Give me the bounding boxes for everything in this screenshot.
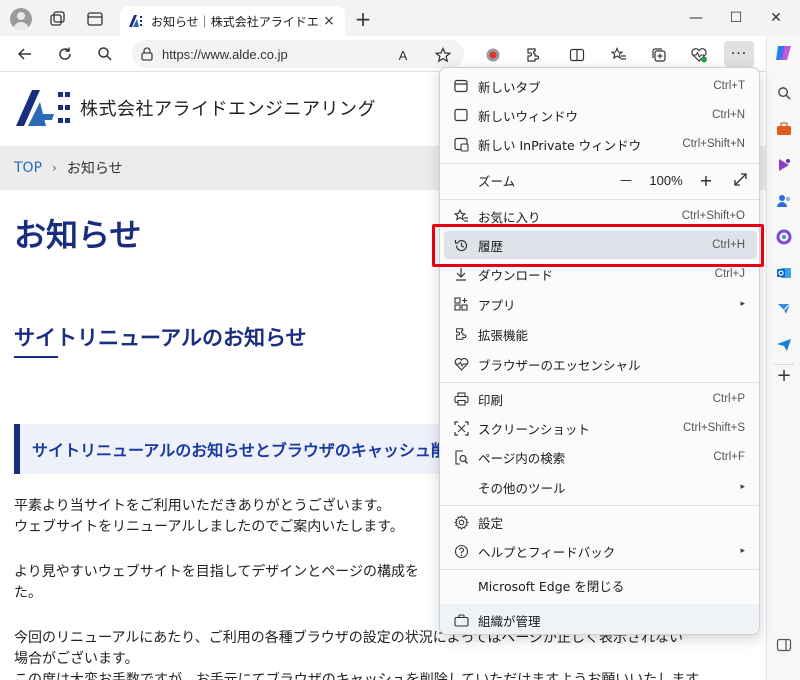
menu-item-browser-essentials[interactable]: ブラウザーのエッセンシャル bbox=[444, 350, 757, 378]
settings-gear-icon bbox=[444, 514, 478, 530]
settings-and-more-button[interactable]: ··· bbox=[724, 41, 754, 67]
maximize-button[interactable]: ☐ bbox=[716, 4, 756, 32]
new-tab-button[interactable]: + bbox=[352, 7, 374, 31]
minimize-button[interactable]: — bbox=[676, 4, 716, 32]
paragraph-line: た。 bbox=[14, 585, 42, 601]
add-sidebar-app-icon[interactable]: + bbox=[773, 364, 795, 386]
zoom-in-button[interactable]: + bbox=[689, 171, 723, 190]
menu-separator bbox=[440, 382, 759, 383]
favorites-icon bbox=[444, 209, 478, 223]
url-text[interactable]: https://www.alde.co.jp bbox=[162, 47, 464, 62]
games-icon[interactable] bbox=[773, 154, 795, 176]
tools-briefcase-icon[interactable] bbox=[773, 118, 795, 140]
paragraph-line: 場合がございます。 bbox=[14, 651, 139, 667]
extensions-puzzle-icon bbox=[444, 327, 478, 341]
find-on-page-icon bbox=[444, 449, 478, 465]
sidebar-toggle-icon[interactable] bbox=[773, 634, 795, 656]
workspaces-icon[interactable] bbox=[46, 8, 68, 30]
new-window-icon bbox=[444, 108, 478, 122]
help-icon bbox=[444, 544, 478, 559]
favorite-star-icon[interactable] bbox=[432, 44, 454, 66]
menu-separator bbox=[440, 569, 759, 570]
tab-title: お知らせ｜株式会社アライドエンジニアリング bbox=[151, 14, 321, 29]
highlight-annotation-box bbox=[432, 224, 764, 267]
article-title: サイトリニューアルのお知らせ bbox=[14, 326, 307, 350]
menu-item-settings[interactable]: 設定 bbox=[444, 508, 757, 536]
breadcrumb-top-link[interactable]: TOP bbox=[14, 160, 42, 176]
browser-essentials-icon[interactable] bbox=[688, 44, 710, 66]
menu-item-managed-by-organization[interactable]: 組織が管理 bbox=[444, 606, 757, 634]
menu-item-apps[interactable]: アプリ ▸ bbox=[444, 290, 757, 318]
paragraph-line: この度は大変お手数ですが、お手元にてブラウザのキャッシュを削除していただけますよ… bbox=[14, 672, 712, 680]
edge-sidebar: + bbox=[766, 36, 800, 680]
inprivate-icon bbox=[444, 137, 478, 152]
page-title: お知らせ bbox=[14, 216, 142, 254]
copilot-icon[interactable] bbox=[773, 42, 795, 64]
people-icon[interactable] bbox=[773, 190, 795, 212]
menu-item-more-tools[interactable]: その他のツール ▸ bbox=[444, 473, 757, 501]
sidebar-search-icon[interactable] bbox=[773, 82, 795, 104]
paragraph-line: より見やすいウェブサイトを目指してデザインとページの構成を bbox=[14, 564, 420, 580]
menu-item-print[interactable]: 印刷 Ctrl+P bbox=[444, 385, 757, 413]
site-favicon-icon bbox=[128, 13, 144, 29]
menu-item-new-inprivate-window[interactable]: 新しい InPrivate ウィンドウ Ctrl+Shift+N bbox=[444, 130, 757, 158]
apps-icon bbox=[444, 297, 478, 311]
menu-item-close-edge[interactable]: Microsoft Edge を閉じる bbox=[444, 571, 757, 599]
profile-avatar-icon[interactable] bbox=[10, 8, 32, 30]
address-bar[interactable]: https://www.alde.co.jp bbox=[132, 40, 464, 68]
company-name: 株式会社アライドエンジニアリング bbox=[80, 99, 376, 120]
favorites-bar-icon[interactable] bbox=[608, 44, 630, 66]
menu-item-zoom: ズーム — 100% + bbox=[444, 166, 757, 194]
title-underline bbox=[14, 356, 58, 358]
menu-separator bbox=[440, 199, 759, 200]
submenu-arrow-icon: ▸ bbox=[740, 482, 745, 492]
settings-and-more-menu: 新しいタブ Ctrl+T 新しいウィンドウ Ctrl+N 新しい InPriva… bbox=[439, 67, 760, 635]
company-logo-icon bbox=[16, 90, 70, 126]
breadcrumb-separator: › bbox=[52, 161, 57, 175]
menu-item-help-and-feedback[interactable]: ヘルプとフィードバック ▸ bbox=[444, 537, 757, 565]
breadcrumb-current: お知らせ bbox=[66, 161, 123, 177]
print-icon bbox=[444, 392, 478, 406]
vertical-tabs-icon[interactable] bbox=[84, 8, 106, 30]
active-tab[interactable]: お知らせ｜株式会社アライドエンジニアリング × bbox=[120, 6, 345, 36]
new-tab-icon bbox=[444, 79, 478, 93]
menu-separator bbox=[440, 163, 759, 164]
menu-item-find-on-page[interactable]: ページ内の検索 Ctrl+F bbox=[444, 443, 757, 471]
paragraph-line: 平素より当サイトをご利用いただきありがとうございます。 bbox=[14, 498, 391, 514]
submenu-arrow-icon: ▸ bbox=[740, 546, 745, 556]
menu-separator bbox=[440, 505, 759, 506]
submenu-arrow-icon: ▸ bbox=[740, 299, 745, 309]
tab-close-icon[interactable]: × bbox=[321, 13, 337, 29]
split-screen-icon[interactable] bbox=[566, 44, 588, 66]
screenshot-icon bbox=[444, 420, 478, 436]
read-aloud-icon[interactable]: A bbox=[392, 44, 414, 66]
full-screen-icon[interactable] bbox=[723, 171, 757, 190]
site-logo[interactable]: 株式会社アライドエンジニアリング bbox=[14, 88, 376, 128]
heart-pulse-icon bbox=[444, 357, 478, 371]
lock-icon[interactable] bbox=[132, 47, 162, 61]
paragraph-line: ウェブサイトをリニューアルしましたのでご案内いたします。 bbox=[14, 519, 404, 535]
zoom-label: ズーム bbox=[478, 173, 516, 189]
telegram-send-icon[interactable] bbox=[773, 334, 795, 356]
extensions-icon[interactable] bbox=[522, 44, 544, 66]
zoom-level: 100% bbox=[649, 172, 683, 188]
back-button[interactable] bbox=[12, 42, 38, 66]
close-window-button[interactable]: ✕ bbox=[756, 4, 796, 32]
menu-item-new-tab[interactable]: 新しいタブ Ctrl+T bbox=[444, 72, 757, 100]
tab-strip: お知らせ｜株式会社アライドエンジニアリング × + — ☐ ✕ bbox=[0, 0, 800, 36]
refresh-button[interactable] bbox=[52, 42, 78, 66]
collections-icon[interactable] bbox=[648, 44, 670, 66]
menu-item-screenshot[interactable]: スクリーンショット Ctrl+Shift+S bbox=[444, 414, 757, 442]
drop-icon[interactable] bbox=[773, 298, 795, 320]
outlook-icon[interactable] bbox=[773, 262, 795, 284]
menu-item-new-window[interactable]: 新しいウィンドウ Ctrl+N bbox=[444, 101, 757, 129]
microsoft365-icon[interactable] bbox=[773, 226, 795, 248]
briefcase-icon bbox=[444, 613, 478, 627]
search-icon[interactable] bbox=[92, 42, 118, 66]
extension-red-icon[interactable] bbox=[482, 44, 504, 66]
zoom-out-button[interactable]: — bbox=[609, 173, 643, 187]
menu-item-extensions[interactable]: 拡張機能 bbox=[444, 320, 757, 348]
download-icon bbox=[444, 267, 478, 281]
